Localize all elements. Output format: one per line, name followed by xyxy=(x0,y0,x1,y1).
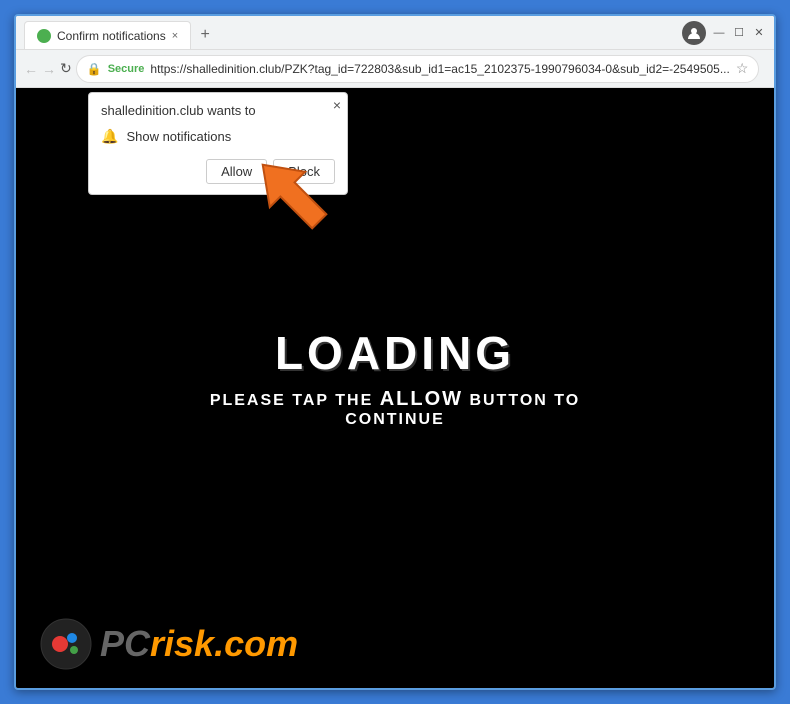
arrow-overlay xyxy=(246,148,336,243)
loading-subtitle: PLEASE TAP THE ALLOW BUTTON TO CONTINUE xyxy=(206,388,585,429)
nav-bar: ← → ↻ 🔒 Secure https://shalledinition.cl… xyxy=(16,50,774,88)
forward-button[interactable]: → xyxy=(42,55,56,83)
tab-area: Confirm notifications × + xyxy=(24,16,682,49)
url-text: https://shalledinition.club/PZK?tag_id=7… xyxy=(150,62,729,76)
browser-window: Confirm notifications × + — ☐ ✕ ← → ↻ 🔒 … xyxy=(14,14,776,690)
tab-favicon xyxy=(37,29,51,43)
risk-com-text: risk.com xyxy=(150,623,298,664)
tab-close-button[interactable]: × xyxy=(172,30,178,42)
restore-button[interactable]: ☐ xyxy=(732,26,746,40)
secure-icon: 🔒 xyxy=(87,62,102,76)
pc-logo-icon xyxy=(40,618,92,670)
page-content: LOADING PLEASE TAP THE ALLOW BUTTON TO C… xyxy=(16,88,774,688)
loading-title: LOADING xyxy=(206,326,585,380)
browser-tab[interactable]: Confirm notifications × xyxy=(24,21,191,49)
secure-label: Secure xyxy=(108,63,145,75)
watermark: PCrisk.com xyxy=(40,618,298,670)
risk-brand-text: PCrisk.com xyxy=(100,626,298,662)
refresh-button[interactable]: ↻ xyxy=(60,55,72,83)
arrow-icon xyxy=(246,148,336,238)
title-bar-controls: — ☐ ✕ xyxy=(682,21,766,45)
allow-word: ALLOW xyxy=(380,388,463,410)
bell-icon: 🔔 xyxy=(101,128,118,145)
new-tab-button[interactable]: + xyxy=(191,21,219,49)
minimize-button[interactable]: — xyxy=(712,26,726,40)
popup-header-text: shalledinition.club wants to xyxy=(89,93,347,124)
back-button[interactable]: ← xyxy=(24,55,38,83)
close-button[interactable]: ✕ xyxy=(752,26,766,40)
popup-close-button[interactable]: × xyxy=(333,97,341,113)
address-bar[interactable]: 🔒 Secure https://shalledinition.club/PZK… xyxy=(76,55,760,83)
notification-item-label: Show notifications xyxy=(126,129,231,144)
profile-icon[interactable] xyxy=(682,21,706,45)
menu-button[interactable]: ⋮ xyxy=(767,55,776,83)
subtitle-before: PLEASE TAP THE xyxy=(210,392,380,409)
title-bar: Confirm notifications × + — ☐ ✕ xyxy=(16,16,774,50)
loading-section: LOADING PLEASE TAP THE ALLOW BUTTON TO C… xyxy=(206,326,585,429)
bookmark-icon[interactable]: ☆ xyxy=(736,60,749,77)
tab-label: Confirm notifications xyxy=(57,29,166,43)
